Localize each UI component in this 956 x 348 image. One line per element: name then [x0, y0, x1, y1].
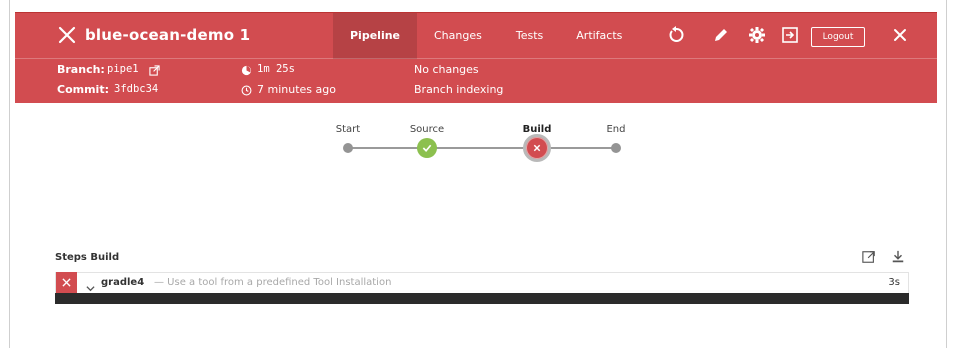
changes-text: No changes [414, 63, 479, 76]
tab-artifacts[interactable]: Artifacts [560, 13, 638, 59]
edit-pencil-icon[interactable] [712, 26, 732, 46]
branch-label: Branch: [57, 63, 105, 76]
pipeline-graph: Start Source Build End [320, 122, 640, 162]
step-duration: 3s [888, 277, 900, 288]
header-topbar: blue-ocean-demo 1 Pipeline Changes Tests… [15, 13, 937, 59]
settings-gear-icon[interactable] [748, 26, 768, 46]
step-row[interactable]: gradle4 — Use a tool from a predefined T… [55, 272, 909, 294]
branch-value[interactable]: pipe1 [107, 63, 139, 75]
rerun-icon[interactable] [667, 26, 687, 46]
stage-node-start [343, 143, 353, 153]
step-description: — Use a tool from a predefined Tool Inst… [154, 277, 392, 288]
run-tabs: Pipeline Changes Tests Artifacts [333, 13, 638, 59]
stage-label-start: Start [335, 124, 361, 135]
steps-title: Steps Build [55, 252, 120, 263]
run-meta: Branch: pipe1 1m 25s No changes Commit: … [15, 59, 937, 104]
duration-icon [241, 65, 253, 77]
logout-button[interactable]: Logout [811, 27, 865, 47]
stage-node-build[interactable] [523, 134, 551, 162]
pipeline-connector [348, 147, 538, 149]
external-link-icon[interactable] [149, 65, 161, 77]
close-icon[interactable] [891, 26, 911, 46]
run-title: blue-ocean-demo 1 [85, 26, 251, 44]
run-header: blue-ocean-demo 1 Pipeline Changes Tests… [15, 12, 937, 103]
stage-node-source[interactable] [417, 138, 437, 158]
step-failed-icon [56, 272, 77, 294]
commit-label: Commit: [57, 83, 109, 96]
step-log-output [55, 293, 909, 304]
open-log-icon[interactable] [862, 249, 878, 265]
tab-tests[interactable]: Tests [499, 13, 560, 59]
close-run-icon[interactable] [57, 25, 77, 45]
stage-label-end: End [606, 124, 626, 135]
open-classic-icon[interactable] [781, 26, 801, 46]
time-ago: 7 minutes ago [257, 83, 336, 96]
clock-icon [241, 85, 253, 97]
duration-value: 1m 25s [257, 63, 295, 75]
commit-value: 3fdbc34 [114, 83, 159, 95]
stage-node-end [611, 143, 621, 153]
tab-changes[interactable]: Changes [417, 13, 499, 59]
stage-label-source: Source [409, 124, 445, 135]
cause-text: Branch indexing [414, 83, 504, 96]
step-name[interactable]: gradle4 [101, 277, 144, 288]
tab-pipeline[interactable]: Pipeline [333, 13, 417, 59]
download-icon[interactable] [891, 249, 907, 265]
